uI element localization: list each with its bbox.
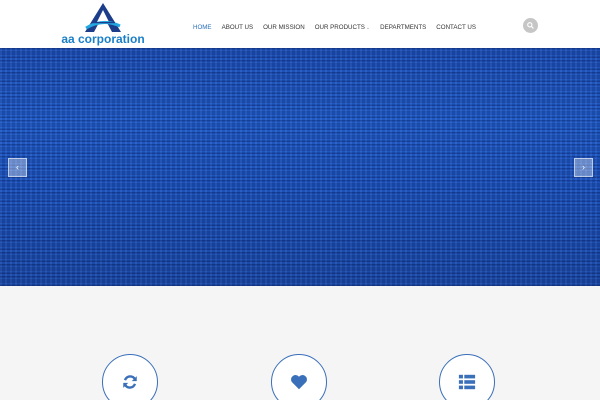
main-nav: HOME ABOUT US OUR MISSION OUR PRODUCTS⌄ …	[188, 22, 481, 34]
feature-list[interactable]	[439, 354, 495, 400]
nav-item-our-mission[interactable]: OUR MISSION	[258, 22, 310, 34]
chevron-right-icon: ›	[582, 162, 585, 172]
refresh-icon	[123, 375, 137, 389]
nav-item-home[interactable]: HOME	[188, 22, 217, 34]
list-icon	[458, 374, 476, 390]
nav-item-our-products-label: OUR PRODUCTS	[314, 24, 365, 31]
slider-prev-button[interactable]: ‹	[8, 158, 27, 177]
site-header: aa corporation HOME ABOUT US OUR MISSION…	[0, 0, 600, 49]
nav-item-about-us[interactable]: ABOUT US	[217, 22, 259, 34]
search-button[interactable]	[523, 18, 538, 33]
brand-name: aa corporation	[61, 32, 145, 46]
hero-texture	[0, 48, 600, 286]
features-section	[0, 286, 600, 400]
feature-refresh[interactable]	[102, 354, 158, 400]
triangle-a-logo-icon	[85, 3, 121, 32]
hero-slider: ‹ ›	[0, 48, 600, 286]
logo[interactable]: aa corporation	[58, 2, 148, 46]
page: aa corporation HOME ABOUT US OUR MISSION…	[0, 0, 600, 400]
nav-item-contact-us[interactable]: CONTACT US	[431, 22, 481, 34]
nav-item-our-products[interactable]: OUR PRODUCTS⌄	[310, 22, 375, 34]
nav-item-departments[interactable]: DEPARTMENTS	[375, 22, 431, 34]
feature-heart[interactable]	[271, 354, 327, 400]
heart-icon	[291, 375, 307, 390]
chevron-down-icon: ⌄	[365, 25, 371, 31]
search-icon	[527, 22, 534, 29]
slider-next-button[interactable]: ›	[574, 158, 593, 177]
chevron-left-icon: ‹	[16, 162, 19, 172]
